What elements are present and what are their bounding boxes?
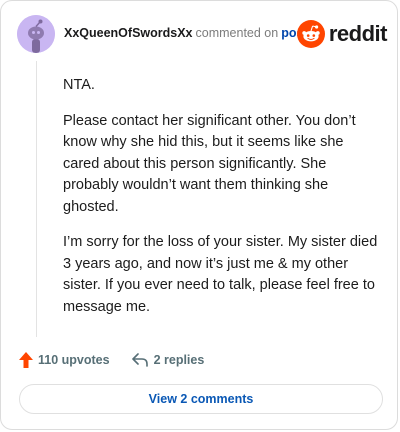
comment-card: XxQueenOfSwordsXx commented on post reddit… — [0, 0, 398, 430]
commented-on-text: commented on — [195, 26, 279, 40]
thread-line — [36, 61, 37, 337]
comment-paragraph: I’m sorry for the loss of your sister. M… — [63, 234, 378, 315]
view-comments-button[interactable]: View 2 comments — [19, 384, 383, 414]
upvote-button[interactable]: 110 upvotes — [19, 352, 110, 368]
replies-count: 2 replies — [153, 353, 205, 367]
comment-body: NTA. Please contact her significant othe… — [63, 75, 381, 332]
avatar[interactable] — [17, 15, 55, 53]
comment-byline: XxQueenOfSwordsXx commented on post — [64, 26, 308, 40]
reply-arrow-icon — [131, 353, 148, 367]
comment-paragraph: Please contact her significant other. Yo… — [63, 112, 356, 215]
reddit-wordmark: reddit — [328, 21, 388, 46]
comment-paragraph: NTA. — [63, 77, 95, 93]
reddit-logo-icon — [296, 20, 325, 48]
replies-button[interactable]: 2 replies — [131, 353, 205, 367]
upvote-arrow-icon — [19, 352, 33, 368]
comment-header: XxQueenOfSwordsXx commented on post reddit — [17, 15, 388, 55]
reddit-brand[interactable]: reddit — [296, 19, 388, 49]
snoo-avatar-icon — [17, 15, 55, 53]
username-link[interactable]: XxQueenOfSwordsXx — [64, 26, 193, 40]
comment-actions: 110 upvotes 2 replies — [19, 350, 204, 370]
upvote-count: 110 upvotes — [38, 353, 110, 367]
